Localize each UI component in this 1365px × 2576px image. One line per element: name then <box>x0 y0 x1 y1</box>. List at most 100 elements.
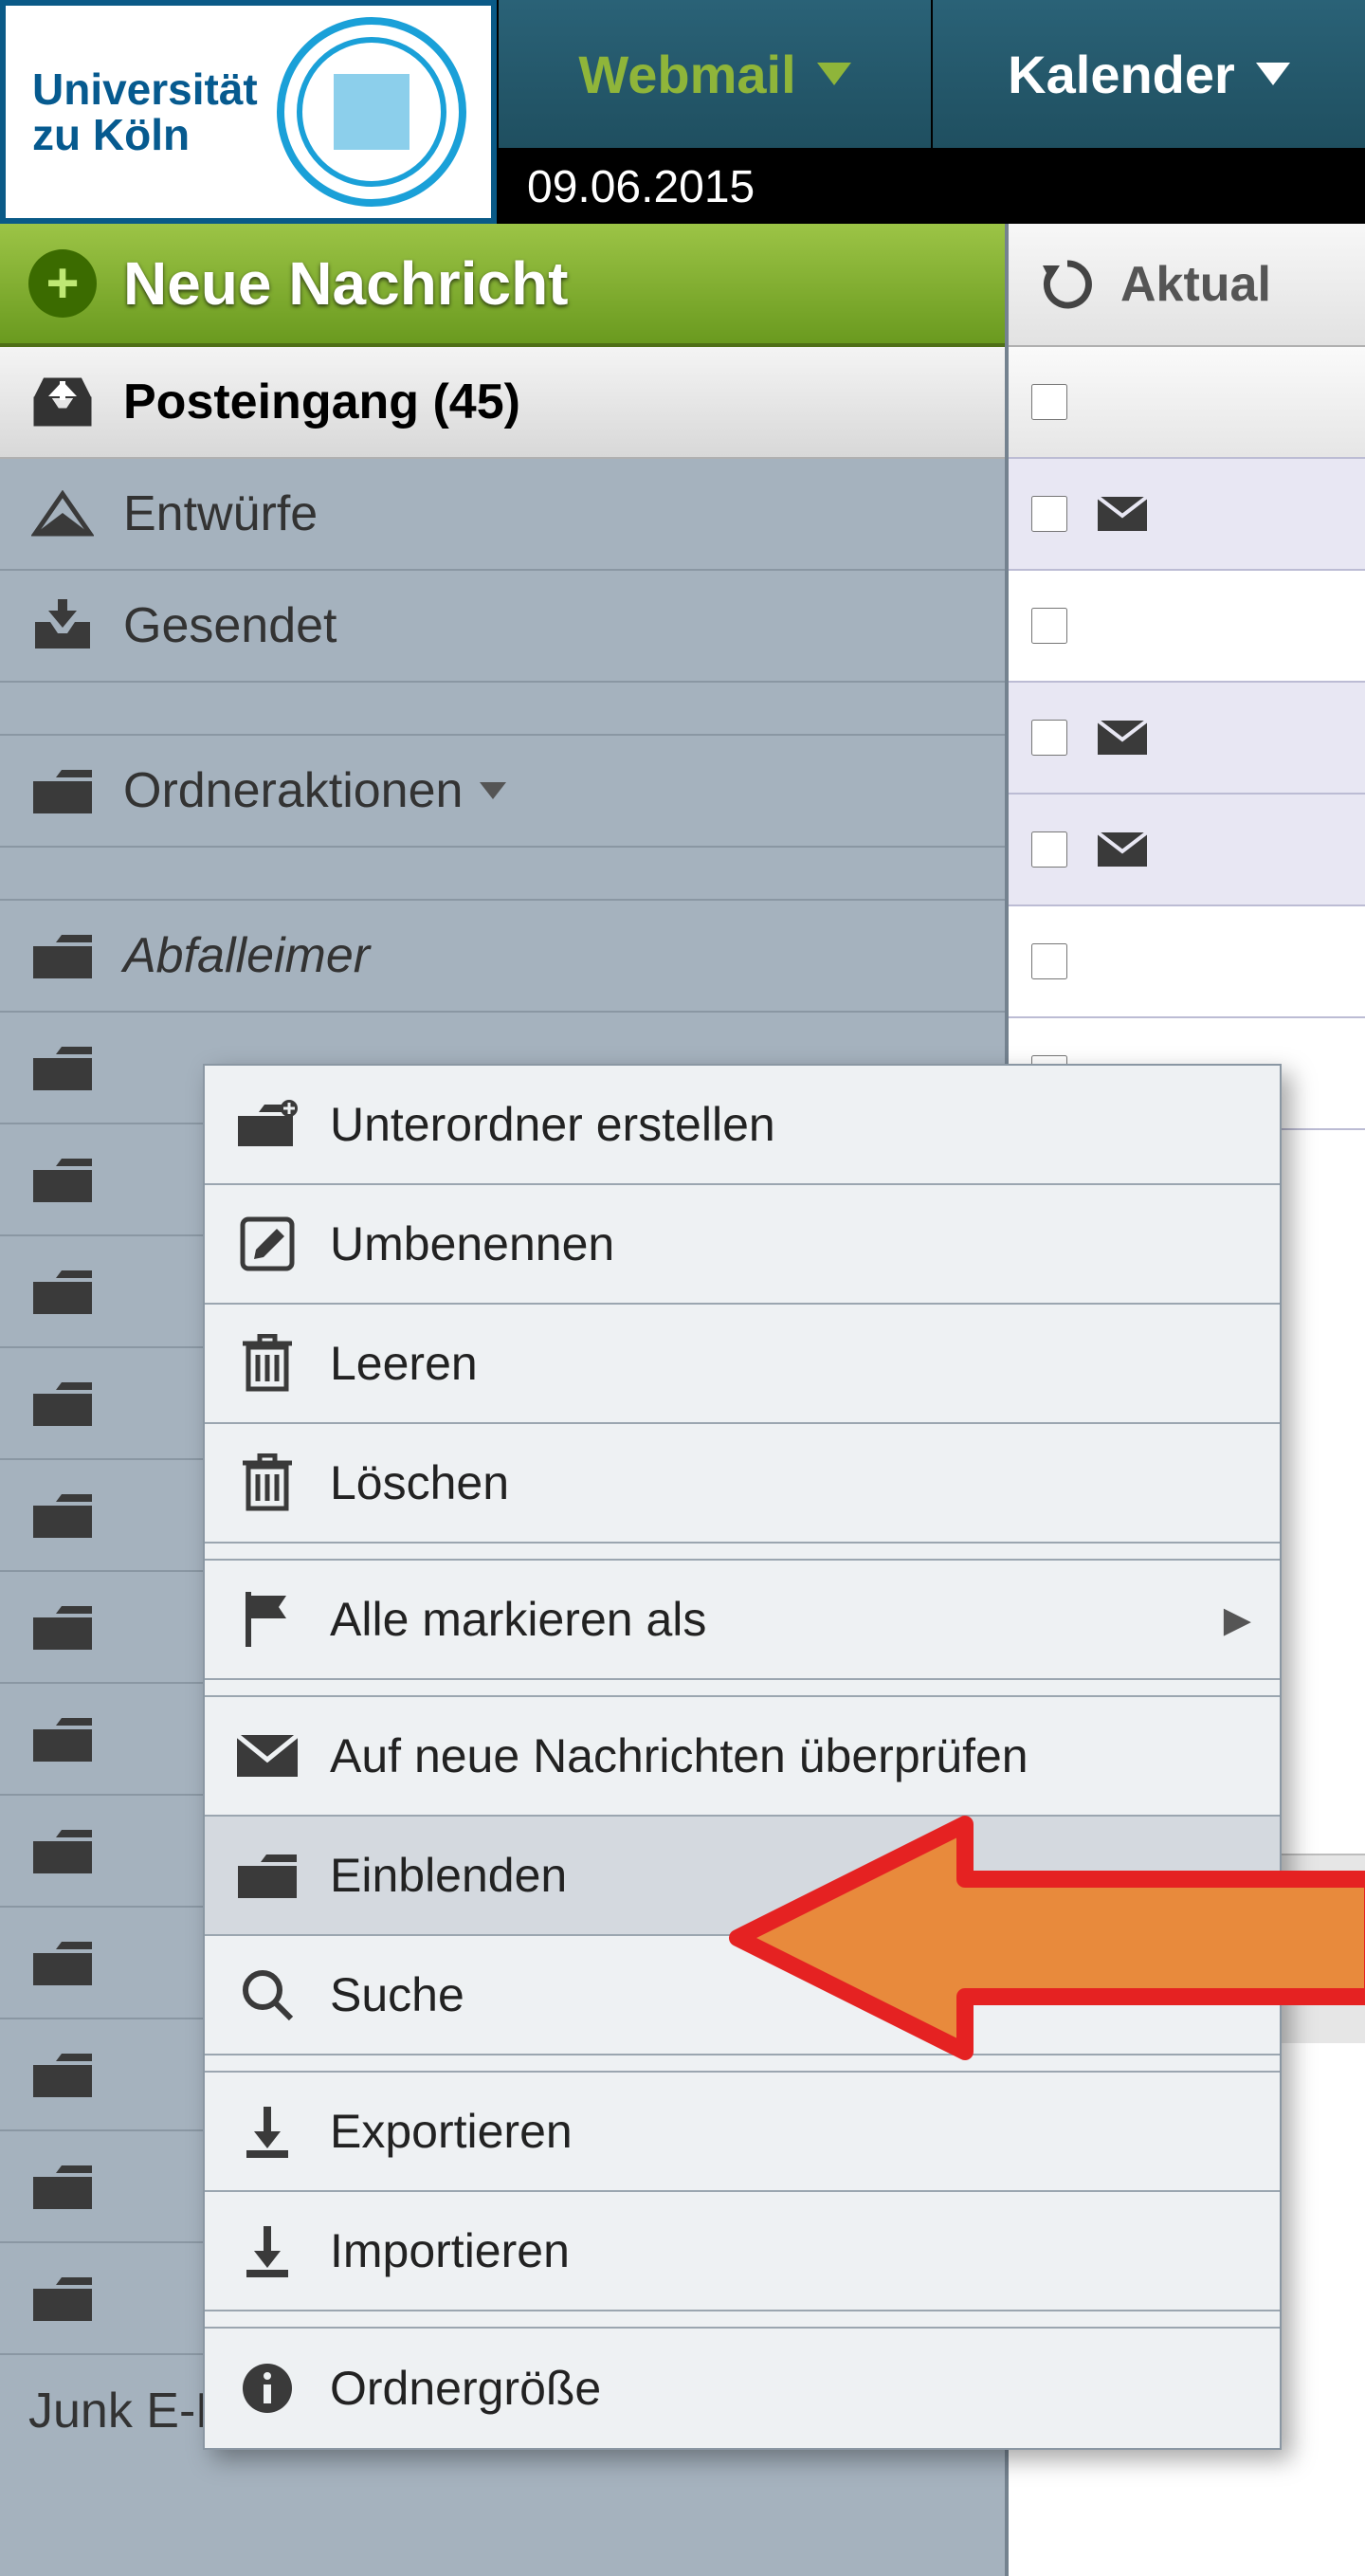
message-checkbox[interactable] <box>1031 496 1067 532</box>
ctx-empty-label: Leeren <box>330 1336 478 1391</box>
message-row[interactable] <box>1009 571 1365 683</box>
ctx-folder-size-label: Ordnergröße <box>330 2361 601 2416</box>
ctx-divider <box>205 1544 1280 1561</box>
top-menu: Webmail Kalender <box>497 0 1365 150</box>
folder-inbox[interactable]: Posteingang (45) <box>0 347 1005 459</box>
ctx-check-new[interactable]: Auf neue Nachrichten überprüfen <box>205 1697 1280 1817</box>
ctx-create-subfolder[interactable]: Unterordner erstellen <box>205 1066 1280 1185</box>
mail-icon <box>1098 497 1147 531</box>
menu-webmail-label: Webmail <box>578 44 795 105</box>
ctx-rename-label: Umbenennen <box>330 1216 614 1271</box>
folder-icon <box>28 1263 97 1320</box>
folder-icon <box>233 1845 301 1906</box>
trash-icon <box>233 1452 301 1513</box>
new-folder-icon <box>233 1094 301 1155</box>
message-checkbox[interactable] <box>1031 831 1067 868</box>
toolbar: Aktual <box>1009 224 1365 347</box>
ctx-import-label: Importieren <box>330 2223 570 2278</box>
ctx-create-subfolder-label: Unterordner erstellen <box>330 1097 775 1152</box>
folder-icon <box>28 1151 97 1208</box>
new-message-label: Neue Nachricht <box>123 248 568 319</box>
download-icon <box>233 2101 301 2162</box>
folder-icon <box>28 2270 97 2327</box>
search-icon <box>233 1964 301 2025</box>
ctx-empty[interactable]: Leeren <box>205 1305 1280 1424</box>
plus-icon: + <box>28 249 97 318</box>
folder-icon <box>28 1039 97 1096</box>
drafts-icon <box>28 485 97 542</box>
folder-actions-label: Ordneraktionen <box>123 762 463 819</box>
folder-icon <box>28 2158 97 2215</box>
ctx-export-label: Exportieren <box>330 2104 573 2159</box>
date-text: 09.06.2015 <box>527 161 755 213</box>
folder-actions[interactable]: Ordneraktionen <box>0 736 1005 848</box>
mail-icon <box>1098 721 1147 755</box>
mail-icon <box>233 1726 301 1786</box>
annotation-arrow-icon <box>719 1811 1365 2065</box>
org-name-line2: zu Köln <box>32 110 190 159</box>
message-checkbox[interactable] <box>1031 608 1067 644</box>
org-seal-icon <box>277 17 466 207</box>
ctx-check-new-label: Auf neue Nachrichten überprüfen <box>330 1728 1028 1783</box>
top-bar: Universität zu Köln Webmail Kalender <box>0 0 1365 224</box>
message-row[interactable] <box>1009 683 1365 795</box>
inbox-icon <box>28 374 97 430</box>
ctx-search-label: Suche <box>330 1967 464 2022</box>
flag-icon <box>233 1589 301 1650</box>
folder-sent[interactable]: Gesendet <box>0 571 1005 683</box>
folder-trash[interactable]: Abfalleimer <box>0 901 1005 1013</box>
submenu-arrow-icon: ▶ <box>1224 1599 1251 1641</box>
folder-icon <box>28 1375 97 1432</box>
ctx-show-label: Einblenden <box>330 1848 567 1903</box>
folder-icon <box>28 2046 97 2103</box>
folder-icon <box>28 1599 97 1655</box>
mail-icon <box>1098 832 1147 867</box>
refresh-icon[interactable] <box>1037 254 1098 315</box>
info-icon <box>233 2358 301 2419</box>
ctx-divider <box>205 2311 1280 2329</box>
dropdown-icon <box>817 63 851 85</box>
ctx-delete-label: Löschen <box>330 1455 509 1510</box>
folder-trash-label: Abfalleimer <box>123 927 370 984</box>
trash-icon <box>233 1333 301 1394</box>
menu-calendar[interactable]: Kalender <box>931 0 1365 150</box>
ctx-import[interactable]: Importieren <box>205 2192 1280 2311</box>
folder-icon <box>28 1934 97 1991</box>
ctx-export[interactable]: Exportieren <box>205 2073 1280 2192</box>
dropdown-icon <box>480 782 506 799</box>
folder-drafts-label: Entwürfe <box>123 485 318 542</box>
folder-icon <box>28 1710 97 1767</box>
date-display: 09.06.2015 <box>497 150 1365 224</box>
dropdown-icon <box>1256 63 1290 85</box>
message-row[interactable] <box>1009 459 1365 571</box>
refresh-label[interactable]: Aktual <box>1120 256 1271 313</box>
top-bar-right: Webmail Kalender 09.06.2015 <box>497 0 1365 224</box>
ctx-mark-all-label: Alle markieren als <box>330 1592 706 1647</box>
menu-calendar-label: Kalender <box>1008 44 1235 105</box>
message-row[interactable] <box>1009 795 1365 906</box>
new-message-button[interactable]: + Neue Nachricht <box>0 224 1005 347</box>
folder-inbox-label: Posteingang (45) <box>123 374 520 430</box>
org-name-line1: Universität <box>32 64 258 114</box>
sent-icon <box>28 597 97 654</box>
message-checkbox[interactable] <box>1031 720 1067 756</box>
folder-icon <box>28 1822 97 1879</box>
ctx-mark-all[interactable]: Alle markieren als ▶ <box>205 1561 1280 1680</box>
sidebar-divider <box>0 848 1005 901</box>
folder-sent-label: Gesendet <box>123 597 337 654</box>
ctx-delete[interactable]: Löschen <box>205 1424 1280 1544</box>
folder-icon <box>28 1487 97 1544</box>
select-all-checkbox[interactable] <box>1031 384 1067 420</box>
menu-webmail[interactable]: Webmail <box>497 0 931 150</box>
message-checkbox[interactable] <box>1031 943 1067 979</box>
folder-drafts[interactable]: Entwürfe <box>0 459 1005 571</box>
ctx-rename[interactable]: Umbenennen <box>205 1185 1280 1305</box>
org-logo: Universität zu Köln <box>0 0 497 224</box>
folder-icon <box>28 927 97 984</box>
org-name: Universität zu Köln <box>6 66 258 158</box>
folder-icon <box>28 762 97 819</box>
context-menu: Unterordner erstellen Umbenennen Leeren … <box>203 1064 1282 2450</box>
ctx-folder-size[interactable]: Ordnergröße <box>205 2329 1280 2448</box>
sidebar-divider <box>0 683 1005 736</box>
message-row[interactable] <box>1009 906 1365 1018</box>
